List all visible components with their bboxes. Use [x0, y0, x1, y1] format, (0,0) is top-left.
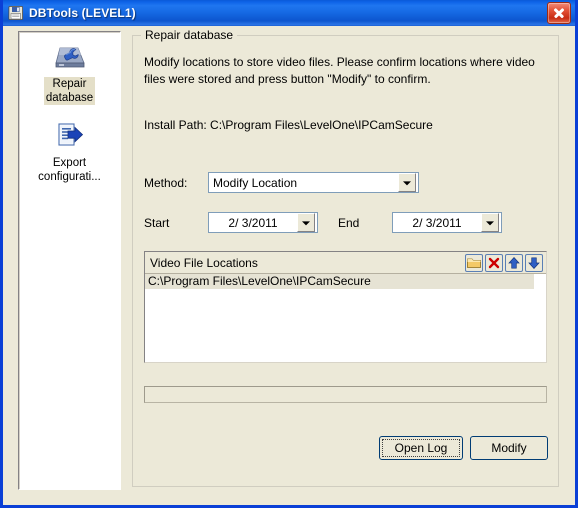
move-down-icon[interactable]: [525, 253, 543, 272]
sidebar-item-label: Repair database: [43, 77, 96, 105]
floppy-disk-icon: [8, 5, 24, 21]
sidebar-item-export-configuration[interactable]: Export configurati...: [19, 105, 120, 184]
locations-header: Video File Locations: [145, 252, 546, 274]
dbtools-window: DBTools (LEVEL1) Repair database Export …: [0, 0, 578, 508]
modify-button-label: Modify: [491, 441, 527, 455]
delete-icon[interactable]: [485, 253, 503, 272]
sidebar-item-repair-database[interactable]: Repair database: [19, 32, 120, 105]
sidebar-label-line2: database: [45, 92, 94, 104]
method-select[interactable]: Modify Location: [208, 172, 419, 193]
client-area: Repair database Export configurati... Re…: [3, 26, 575, 505]
description-text: Modify locations to store video files. P…: [144, 55, 535, 86]
method-select-value: Modify Location: [213, 175, 298, 190]
title-bar[interactable]: DBTools (LEVEL1): [3, 0, 575, 26]
install-path-text: Install Path: C:\Program Files\LevelOne\…: [144, 118, 433, 132]
repair-database-groupbox: Repair database Modify locations to stor…: [132, 28, 559, 487]
locations-title: Video File Locations: [150, 255, 258, 270]
sidebar-item-label: Export configurati...: [36, 156, 103, 184]
groupbox-legend: Repair database: [141, 28, 238, 42]
progress-bar: [144, 386, 547, 403]
locations-toolbar: [465, 253, 546, 272]
end-date-value: 2/ 3/2011: [412, 215, 462, 230]
chevron-down-icon[interactable]: [297, 213, 315, 232]
method-label: Method:: [144, 176, 188, 190]
start-date-value: 2/ 3/2011: [228, 215, 278, 230]
list-item[interactable]: C:\Program Files\LevelOne\IPCamSecure: [145, 274, 534, 289]
close-icon[interactable]: [547, 2, 571, 24]
focus-ring: [382, 439, 460, 457]
sidebar: Repair database Export configurati...: [18, 31, 121, 490]
open-log-button[interactable]: Open Log: [379, 436, 463, 460]
end-date-picker[interactable]: 2/ 3/2011: [392, 212, 502, 233]
end-label: End: [338, 216, 360, 230]
chevron-down-icon[interactable]: [481, 213, 499, 232]
chevron-down-icon[interactable]: [398, 173, 416, 192]
video-file-locations-panel: Video File Locations C:\Program Files\Le…: [144, 251, 547, 363]
move-up-icon[interactable]: [505, 253, 523, 272]
disk-wrench-icon: [52, 42, 88, 74]
sidebar-label-line1: Export: [52, 157, 87, 169]
locations-listbox[interactable]: C:\Program Files\LevelOne\IPCamSecure: [145, 274, 546, 362]
start-date-picker[interactable]: 2/ 3/2011: [208, 212, 318, 233]
add-folder-icon[interactable]: [465, 253, 483, 272]
modify-button[interactable]: Modify: [470, 436, 548, 460]
document-export-icon: [52, 121, 88, 153]
start-label: Start: [144, 216, 170, 230]
sidebar-label-line1: Repair: [52, 78, 87, 90]
window-title: DBTools (LEVEL1): [29, 6, 136, 20]
sidebar-label-line2: configurati...: [38, 171, 101, 183]
